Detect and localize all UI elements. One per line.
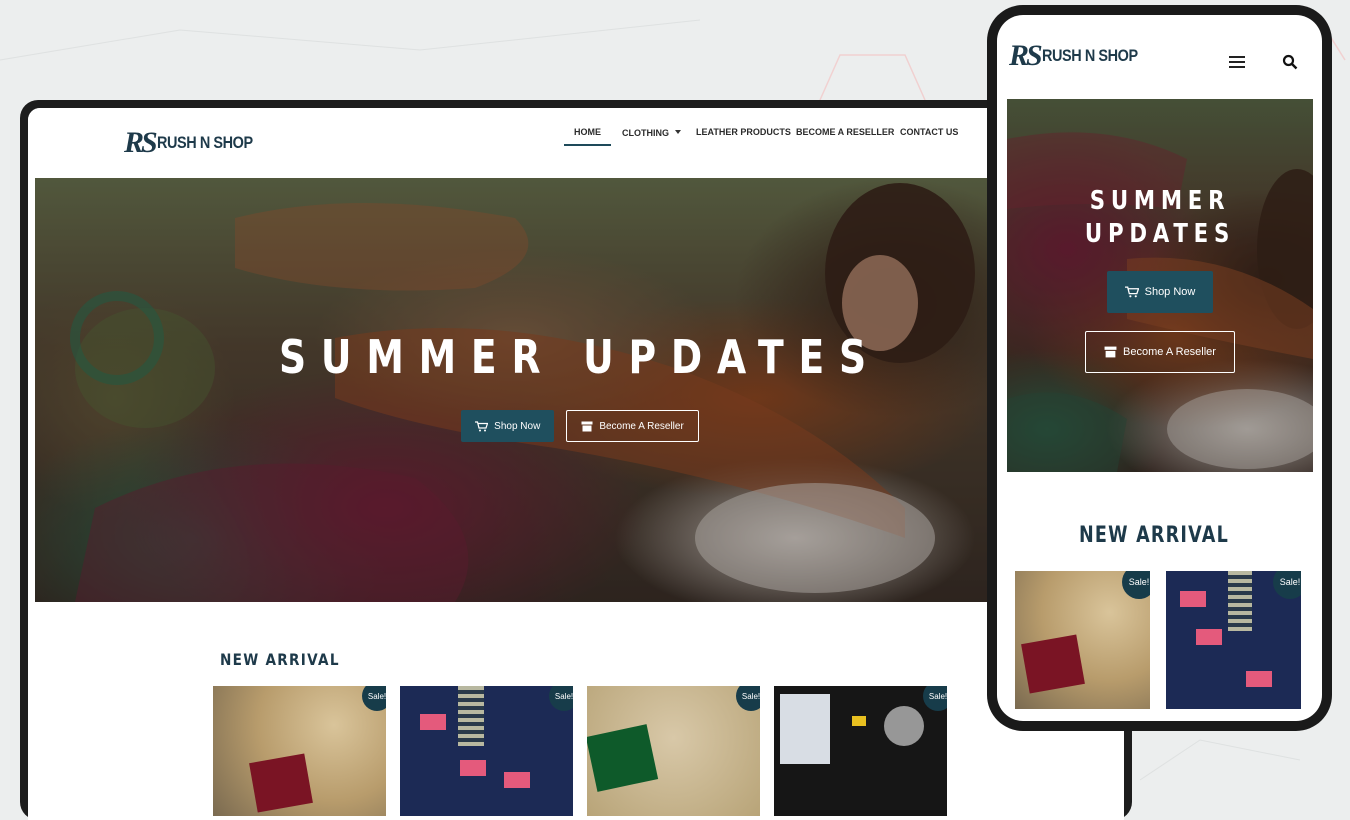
sale-badge: Sale! [362, 686, 386, 711]
desktop-logo[interactable]: RS RUSH N SHOP [124, 126, 269, 160]
mobile-hero-banner: SUMMER UPDATES Shop Now Become A Reselle… [1007, 99, 1313, 472]
product-image [1021, 634, 1085, 694]
hamburger-menu-icon[interactable] [1229, 56, 1245, 68]
mobile-hero-title-line2: UPDATES [1084, 219, 1236, 249]
nav-become-reseller[interactable]: BECOME A RESELLER [796, 127, 894, 137]
sale-badge: Sale! [923, 686, 947, 711]
product-image [420, 714, 446, 730]
mobile-product-grid: Sale! Sale! [1015, 571, 1301, 709]
product-image [780, 694, 830, 764]
shopping-cart-icon [475, 420, 489, 431]
nav-contact-us[interactable]: CONTACT US [900, 127, 958, 137]
desktop-header: RS RUSH N SHOP HOME CLOTHING LEATHER PRO… [28, 108, 1124, 178]
mobile-shop-wrap: Shop Now [1007, 271, 1313, 313]
chevron-down-icon [675, 129, 681, 134]
product-grid: Sale! Sale! Sale! Sale! [213, 686, 947, 816]
mobile-logo[interactable]: RS RUSH N SHOP [1009, 39, 1154, 73]
product-image [1228, 571, 1252, 631]
mobile-become-reseller-label: Become A Reseller [1123, 346, 1216, 358]
product-image [504, 772, 530, 788]
product-image [1196, 629, 1222, 645]
product-image [1180, 591, 1206, 607]
nav-clothing: CLOTHING [622, 128, 669, 138]
become-reseller-label: Become A Reseller [599, 420, 684, 432]
hero-banner: SUMMER UPDATES Shop Now Become A Reselle… [35, 178, 1124, 602]
hero-title: SUMMER UPDATES [279, 330, 881, 384]
sale-badge: Sale! [736, 686, 760, 711]
product-card[interactable]: Sale! [400, 686, 573, 816]
shop-now-button[interactable]: Shop Now [461, 410, 555, 442]
mobile-reseller-wrap: Become A Reseller [1007, 331, 1313, 373]
product-image [587, 724, 659, 792]
product-image [249, 753, 313, 813]
product-card[interactable]: Sale! [1166, 571, 1301, 709]
mobile-mockup: RS RUSH N SHOP SUMMER UPDATES Shop Now B… [987, 5, 1332, 731]
product-card[interactable]: Sale! [587, 686, 760, 816]
nav-home[interactable]: HOME [564, 127, 611, 146]
product-image [884, 706, 924, 746]
new-arrival-heading: NEW ARRIVAL [220, 650, 340, 669]
nav-clothing-wrap[interactable]: CLOTHING [622, 123, 681, 141]
hero-buttons: Shop Now Become A Reseller [35, 410, 1124, 442]
desktop-mockup: RS RUSH N SHOP HOME CLOTHING LEATHER PRO… [20, 100, 1132, 820]
product-card[interactable]: Sale! [1015, 571, 1150, 709]
logo-mark: RS [124, 126, 158, 159]
store-icon [581, 421, 593, 431]
mobile-new-arrival-heading: NEW ARRIVAL [1079, 523, 1230, 548]
product-card[interactable]: Sale! [213, 686, 386, 816]
mobile-become-reseller-button[interactable]: Become A Reseller [1085, 331, 1235, 373]
store-icon [1104, 346, 1117, 358]
hero-overlay [35, 178, 1124, 602]
product-card[interactable]: Sale! [774, 686, 947, 816]
logo-mark: RS [1009, 39, 1043, 72]
mobile-shop-now-button[interactable]: Shop Now [1106, 271, 1214, 313]
sale-badge: Sale! [1122, 571, 1150, 599]
mobile-shop-now-label: Shop Now [1144, 286, 1196, 298]
mobile-hero-title: SUMMER UPDATES [1035, 185, 1286, 251]
product-image [852, 716, 866, 726]
nav-leather-products[interactable]: LEATHER PRODUCTS [696, 127, 791, 137]
product-image [458, 686, 484, 746]
logo-text: RUSH N SHOP [156, 133, 253, 152]
shop-now-label: Shop Now [494, 420, 541, 432]
desktop-screen: RS RUSH N SHOP HOME CLOTHING LEATHER PRO… [28, 108, 1124, 820]
become-reseller-button[interactable]: Become A Reseller [566, 410, 699, 442]
logo-text: RUSH N SHOP [1041, 46, 1138, 65]
product-image [1246, 671, 1272, 687]
search-icon[interactable] [1282, 54, 1298, 70]
mobile-hero-title-line1: SUMMER [1089, 186, 1231, 216]
shopping-cart-icon [1124, 286, 1139, 298]
product-image [460, 760, 486, 776]
mobile-screen: RS RUSH N SHOP SUMMER UPDATES Shop Now B… [997, 15, 1322, 721]
sale-badge: Sale! [549, 686, 573, 711]
sale-badge: Sale! [1273, 571, 1301, 599]
